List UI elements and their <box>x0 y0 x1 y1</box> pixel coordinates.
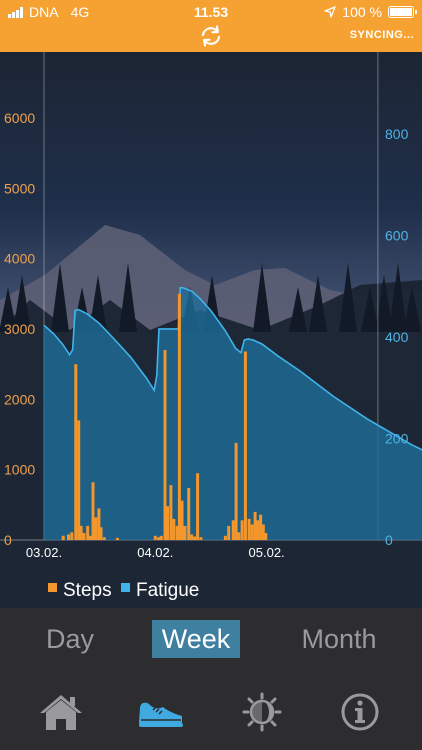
fatigue-axis-tick: 600 <box>385 228 409 244</box>
bottom-navigation <box>0 674 422 750</box>
steps-bar <box>177 293 181 540</box>
home-icon[interactable] <box>37 692 85 732</box>
steps-bar <box>253 511 257 540</box>
steps-bar <box>94 517 98 540</box>
fatigue-axis-tick: 0 <box>385 532 393 548</box>
steps-bar <box>99 527 103 540</box>
shoe-icon[interactable] <box>137 692 185 732</box>
date-tick-label: 04.02. <box>137 545 173 560</box>
location-arrow-icon <box>324 6 336 18</box>
steps-bar <box>250 524 254 540</box>
steps-bar <box>61 535 65 540</box>
tab-month[interactable]: Month <box>292 620 386 658</box>
steps-axis-tick: 0 <box>4 532 12 548</box>
steps-bar <box>264 533 268 540</box>
steps-bar <box>79 525 83 540</box>
date-tick-label: 05.02. <box>249 545 285 560</box>
battery-icon <box>388 6 417 18</box>
legend-swatch <box>48 583 57 592</box>
steps-bar <box>183 525 187 540</box>
fatigue-axis-tick: 400 <box>385 329 409 345</box>
activity-chart[interactable]: 0 1000 2000 3000 4000 5000 6000 0 200 400 600 800 … <box>0 52 422 608</box>
steps-bar <box>169 485 173 540</box>
fatigue-axis-tick: 800 <box>385 126 409 142</box>
steps-bar <box>240 520 244 540</box>
tab-day[interactable]: Day <box>40 620 100 658</box>
steps-bar <box>180 500 184 540</box>
steps-bar <box>223 535 227 540</box>
steps-bar <box>259 514 263 540</box>
status-right: 100 % <box>324 4 417 20</box>
info-icon[interactable] <box>336 692 384 732</box>
steps-bar <box>234 442 238 540</box>
steps-axis-tick: 4000 <box>4 251 35 267</box>
legend-label: Steps <box>63 580 112 601</box>
steps-axis-tick: 2000 <box>4 391 35 407</box>
steps-bar <box>102 537 106 540</box>
steps-bar <box>86 525 90 540</box>
steps-bar <box>159 535 163 540</box>
legend-swatch <box>121 583 130 592</box>
steps-bar <box>193 536 197 540</box>
steps-bar <box>247 518 251 540</box>
steps-axis-tick: 1000 <box>4 462 35 478</box>
steps-bar <box>88 535 92 540</box>
steps-bar <box>82 533 86 540</box>
steps-bar <box>166 506 169 540</box>
tab-day-label: Day <box>45 623 94 654</box>
steps-bar <box>227 525 231 540</box>
steps-bar <box>115 537 119 540</box>
steps-bar <box>256 520 260 540</box>
steps-bar <box>74 364 78 540</box>
steps-bar <box>157 537 161 540</box>
steps-axis-tick: 6000 <box>4 110 35 126</box>
period-tab-bar: Day Week Month <box>0 608 422 674</box>
tab-week-label: Week <box>161 623 231 654</box>
steps-axis-tick: 3000 <box>4 321 35 337</box>
steps-bar <box>196 473 200 540</box>
steps-bar <box>153 535 157 540</box>
sun-moon-icon[interactable] <box>238 692 286 732</box>
steps-bar <box>70 532 74 540</box>
steps-bar <box>67 534 70 540</box>
status-bar: DNA 4G 11.53 100 % SYNCING... <box>0 0 422 52</box>
sync-status: SYNCING... <box>349 29 414 41</box>
steps-bar <box>237 532 241 540</box>
battery-percentage: 100 % <box>342 4 382 20</box>
fatigue-axis-tick: 200 <box>385 431 409 447</box>
tab-month-label: Month <box>301 623 377 654</box>
steps-axis-tick: 5000 <box>4 180 35 196</box>
sync-icon[interactable] <box>199 25 223 47</box>
legend-label: Fatigue <box>136 580 199 601</box>
steps-bar <box>77 420 81 540</box>
steps-bar <box>187 488 191 540</box>
steps-bar <box>199 537 203 540</box>
steps-bar <box>231 520 235 540</box>
steps-bar <box>91 482 95 540</box>
tab-week[interactable]: Week <box>152 620 240 658</box>
steps-bar <box>243 351 247 540</box>
chart-svg[interactable]: 0100020003000400050006000 0200400600800 … <box>0 52 422 608</box>
steps-bar <box>190 534 194 540</box>
date-tick-label: 03.02. <box>26 545 62 560</box>
steps-bar <box>172 518 176 540</box>
